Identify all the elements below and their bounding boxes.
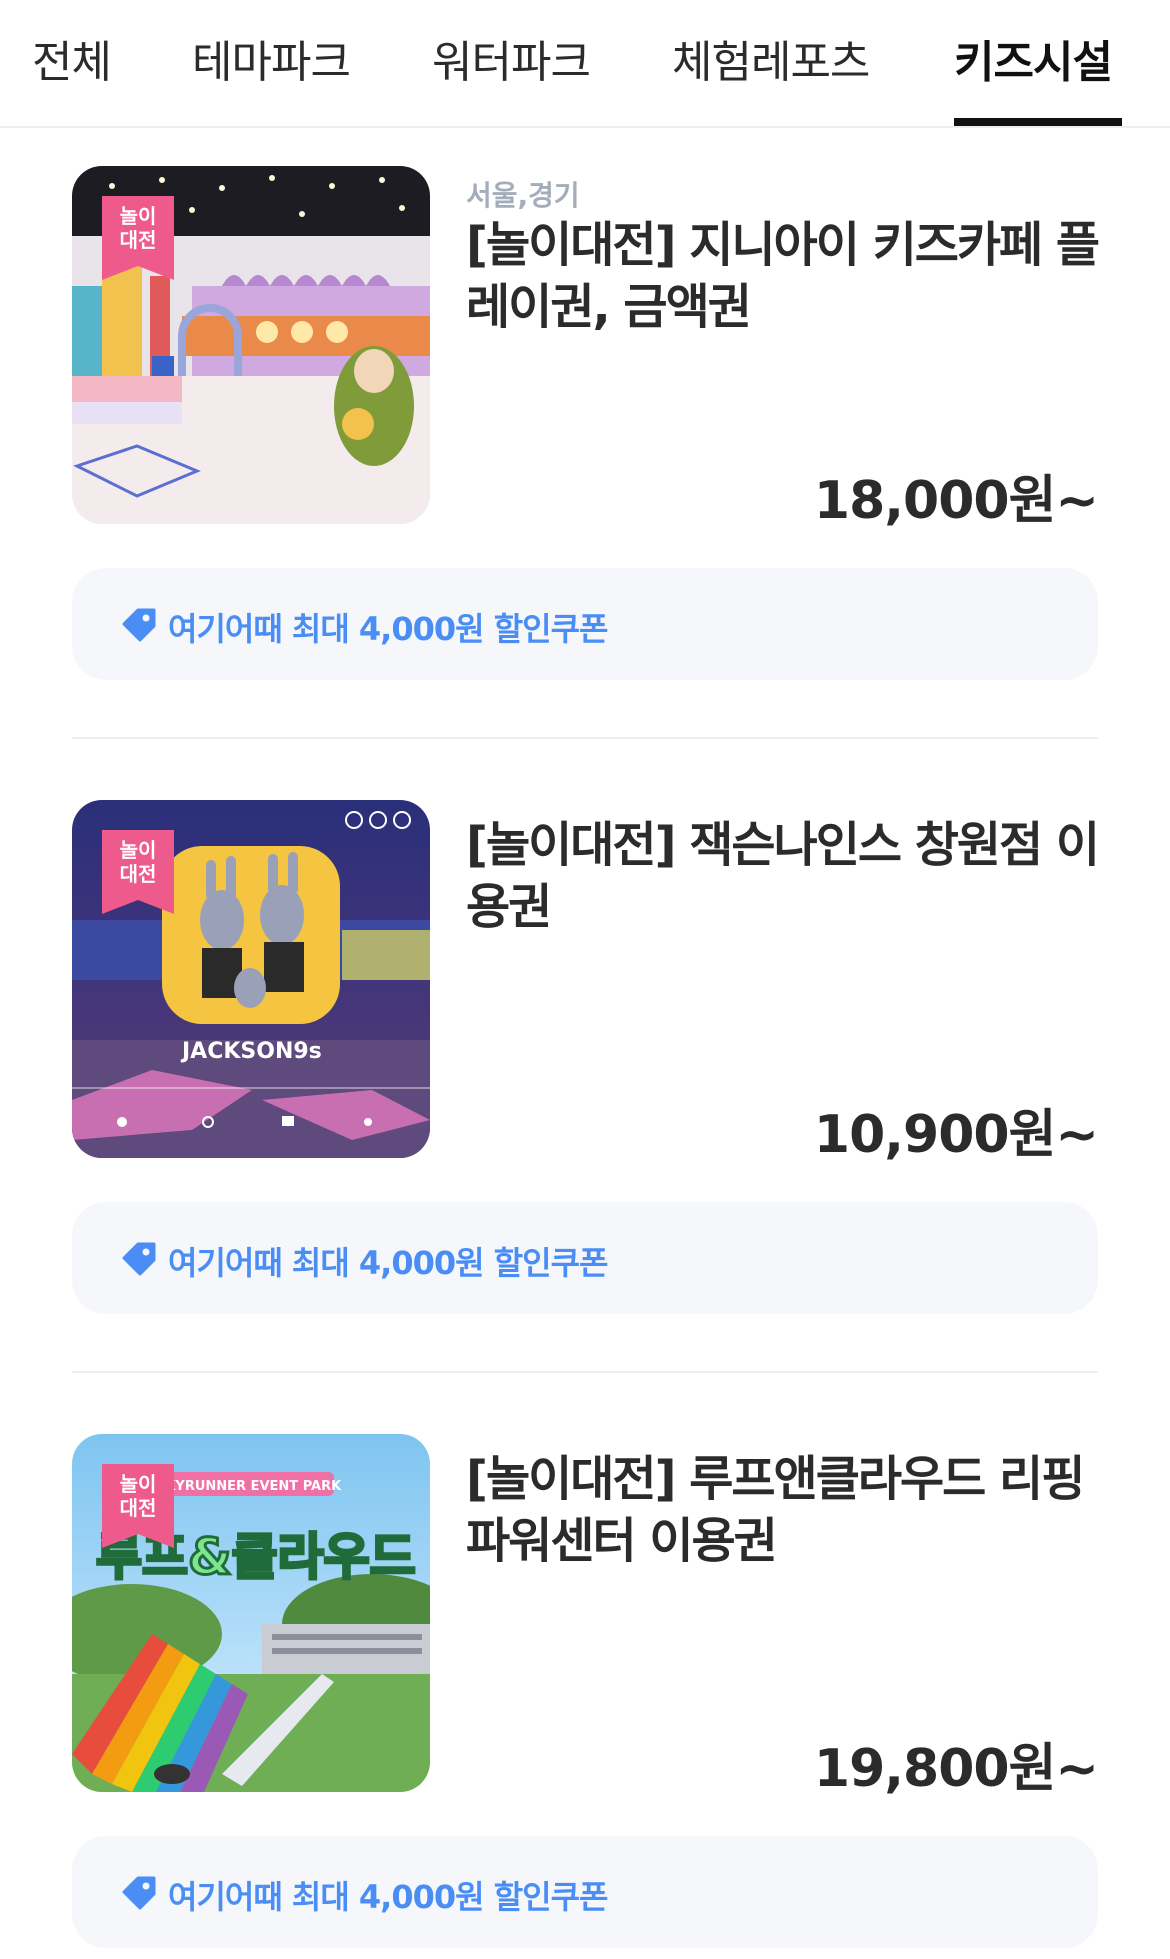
product-card[interactable]: JACKSON9s 놀이 대전 [놀이대전] 잭슨나인스 창원점 이용권 10,… — [72, 800, 1100, 1314]
coupon-text: 여기어때 최대 4,000원 할인쿠폰 — [168, 1244, 608, 1282]
logo-text: JACKSON9s — [180, 1039, 322, 1064]
product-title: [놀이대전] 루프앤클라우드 리핑파워센터 이용권 — [466, 1451, 1085, 1569]
product-price: 10,900원~ — [813, 1105, 1099, 1165]
tab-all[interactable]: 전체 — [32, 26, 112, 128]
coupon-text: 여기어때 최대 4,000원 할인쿠폰 — [168, 1878, 608, 1916]
category-tabs: 전체 테마파크 워터파크 체험레포츠 키즈시설 — [0, 0, 1170, 128]
event-badge: 놀이 대전 — [102, 1464, 174, 1548]
tab-kids-facility[interactable]: 키즈시설 — [954, 26, 1113, 128]
tab-theme-park[interactable]: 테마파크 — [192, 26, 351, 128]
coupon-text: 여기어때 최대 4,000원 할인쿠폰 — [168, 610, 608, 648]
tag-icon — [122, 1876, 156, 1910]
divider — [72, 737, 1098, 739]
product-price: 18,000원~ — [813, 471, 1099, 531]
tab-experience-leisure[interactable]: 체험레포츠 — [672, 26, 870, 128]
product-title: [놀이대전] 지니아이 키즈카페 플레이권, 금액권 — [466, 217, 1100, 335]
event-badge: 놀이 대전 — [102, 196, 174, 280]
product-image[interactable]: JACKSON9s 놀이 대전 — [72, 800, 430, 1158]
event-badge: 놀이 대전 — [102, 830, 174, 914]
coupon-banner[interactable]: 여기어때 최대 4,000원 할인쿠폰 — [72, 1202, 1098, 1314]
active-tab-indicator — [954, 118, 1122, 126]
product-image[interactable]: 놀이 대전 — [72, 166, 430, 524]
tag-icon — [122, 608, 156, 642]
coupon-banner[interactable]: 여기어때 최대 4,000원 할인쿠폰 — [72, 1836, 1098, 1948]
event-park-label: SKYRUNNER EVENT PARK — [156, 1479, 342, 1494]
product-image[interactable]: SKYRUNNER EVENT PARK 루프&클라우드 놀이 대전 — [72, 1434, 430, 1792]
tab-water-park[interactable]: 워터파크 — [432, 26, 591, 128]
product-title: [놀이대전] 잭슨나인스 창원점 이용권 — [466, 817, 1100, 935]
product-price: 19,800원~ — [813, 1739, 1099, 1799]
coupon-banner[interactable]: 여기어때 최대 4,000원 할인쿠폰 — [72, 568, 1098, 680]
divider — [72, 1371, 1098, 1373]
region-label: 서울,경기 — [466, 179, 580, 212]
tag-icon — [122, 1242, 156, 1276]
product-card[interactable]: 놀이 대전 서울,경기 [놀이대전] 지니아이 키즈카페 플레이권, 금액권 1… — [72, 166, 1100, 680]
product-card[interactable]: SKYRUNNER EVENT PARK 루프&클라우드 놀이 대전 [놀이대전… — [72, 1434, 1099, 1948]
